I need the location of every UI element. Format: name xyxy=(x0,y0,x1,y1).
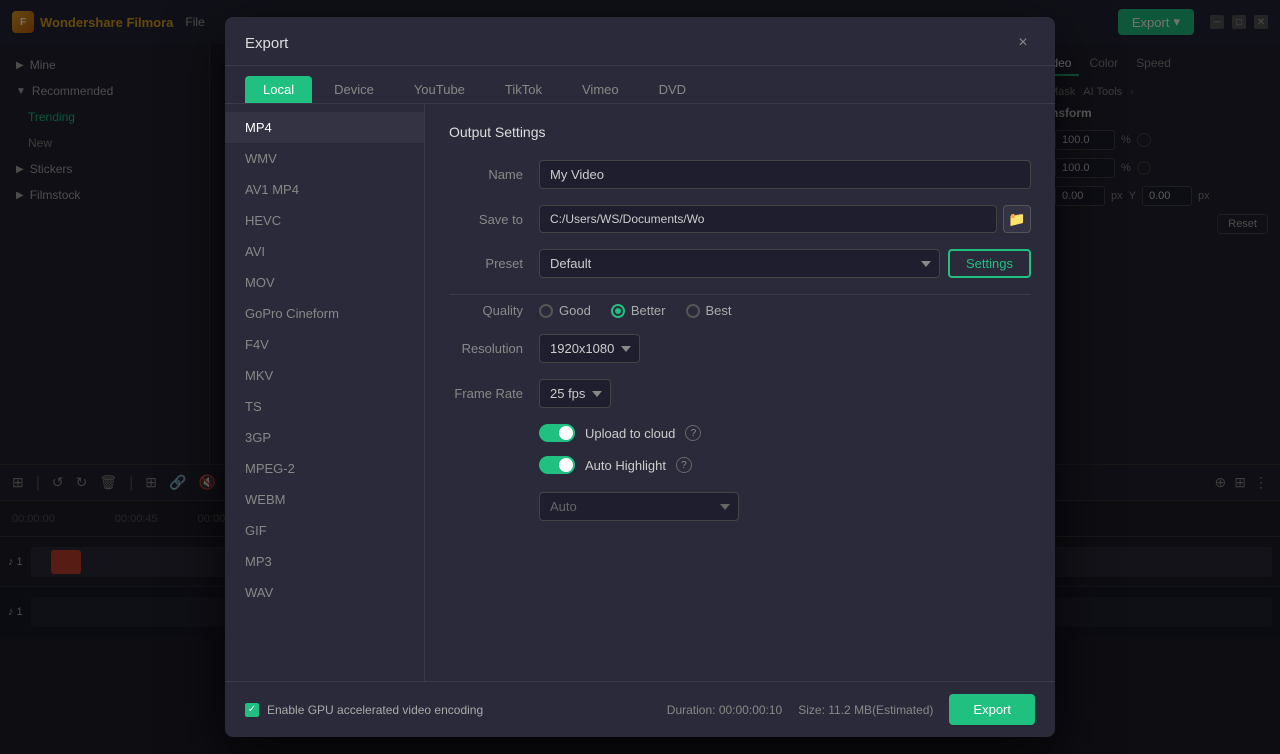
footer-info: Duration: 00:00:00:10 Size: 11.2 MB(Esti… xyxy=(667,694,1035,725)
export-modal: Export × Local Device YouTube TikTok Vim… xyxy=(225,17,1055,737)
quality-better-label: Better xyxy=(631,303,666,318)
format-mov[interactable]: MOV xyxy=(225,267,424,298)
preset-select[interactable]: Default Custom High Quality xyxy=(539,249,940,278)
format-wmv[interactable]: WMV xyxy=(225,143,424,174)
auto-highlight-label: Auto Highlight xyxy=(585,458,666,473)
output-settings-title: Output Settings xyxy=(449,124,1031,140)
resolution-label: Resolution xyxy=(449,341,539,356)
folder-icon: 📁 xyxy=(1008,211,1025,228)
gpu-label: Enable GPU accelerated video encoding xyxy=(267,703,483,717)
format-wav[interactable]: WAV xyxy=(225,577,424,608)
name-input[interactable] xyxy=(539,160,1031,189)
settings-button[interactable]: Settings xyxy=(948,249,1031,278)
frame-rate-row: Frame Rate 25 fps 24 fps 30 fps 60 fps xyxy=(449,379,1031,408)
size-stat: Size: 11.2 MB(Estimated) xyxy=(798,703,933,717)
preset-control: Default Custom High Quality Settings xyxy=(539,249,1031,278)
tab-dvd[interactable]: DVD xyxy=(641,76,704,103)
modal-close-button[interactable]: × xyxy=(1011,31,1035,55)
format-f4v[interactable]: F4V xyxy=(225,329,424,360)
modal-tabs: Local Device YouTube TikTok Vimeo DVD xyxy=(225,66,1055,104)
name-label: Name xyxy=(449,167,539,182)
format-avi[interactable]: AVI xyxy=(225,236,424,267)
quality-good[interactable]: Good xyxy=(539,303,591,318)
divider-1 xyxy=(449,294,1031,295)
upload-cloud-toggle[interactable] xyxy=(539,424,575,442)
tab-local[interactable]: Local xyxy=(245,76,312,103)
name-row: Name xyxy=(449,160,1031,189)
format-hevc[interactable]: HEVC xyxy=(225,205,424,236)
upload-cloud-label: Upload to cloud xyxy=(585,426,675,441)
resolution-row: Resolution 1920x1080 1280x720 3840x2160 xyxy=(449,334,1031,363)
gpu-checkbox[interactable]: ✓ xyxy=(245,703,259,717)
tab-vimeo[interactable]: Vimeo xyxy=(564,76,637,103)
quality-control: Good Better Best xyxy=(539,303,1031,318)
preset-row: Preset Default Custom High Quality Setti… xyxy=(449,249,1031,278)
name-control xyxy=(539,160,1031,189)
resolution-control: 1920x1080 1280x720 3840x2160 xyxy=(539,334,1031,363)
quality-row: Quality Good Better xyxy=(449,303,1031,318)
duration-label: Duration: xyxy=(667,703,716,717)
resolution-select[interactable]: 1920x1080 1280x720 3840x2160 xyxy=(539,334,640,363)
path-input[interactable] xyxy=(539,205,997,233)
auto-highlight-toggle-thumb xyxy=(559,458,573,472)
auto-select[interactable]: Auto xyxy=(539,492,739,521)
format-mp4[interactable]: MP4 xyxy=(225,112,424,143)
quality-label: Quality xyxy=(449,303,539,318)
radio-good xyxy=(539,304,553,318)
frame-rate-label: Frame Rate xyxy=(449,386,539,401)
quality-better[interactable]: Better xyxy=(611,303,666,318)
upload-cloud-row: Upload to cloud ? xyxy=(539,424,1031,442)
tab-tiktok[interactable]: TikTok xyxy=(487,76,560,103)
duration-value: 00:00:00:10 xyxy=(719,703,782,717)
toggles-section: Upload to cloud ? Auto Highlight ? Auto xyxy=(449,424,1031,521)
format-gopro[interactable]: GoPro Cineform xyxy=(225,298,424,329)
export-action-button[interactable]: Export xyxy=(949,694,1035,725)
quality-best[interactable]: Best xyxy=(686,303,732,318)
format-webm[interactable]: WEBM xyxy=(225,484,424,515)
save-to-control: 📁 xyxy=(539,205,1031,233)
modal-overlay: Export × Local Device YouTube TikTok Vim… xyxy=(0,0,1280,754)
radio-best xyxy=(686,304,700,318)
save-to-row: Save to 📁 xyxy=(449,205,1031,233)
format-mkv[interactable]: MKV xyxy=(225,360,424,391)
modal-body: MP4 WMV AV1 MP4 HEVC AVI MOV GoPro Cinef… xyxy=(225,104,1055,681)
duration-stat: Duration: 00:00:00:10 xyxy=(667,703,782,717)
upload-cloud-help-icon[interactable]: ? xyxy=(685,425,701,441)
quality-good-label: Good xyxy=(559,303,591,318)
format-3gp[interactable]: 3GP xyxy=(225,422,424,453)
format-av1mp4[interactable]: AV1 MP4 xyxy=(225,174,424,205)
modal-footer: ✓ Enable GPU accelerated video encoding … xyxy=(225,681,1055,737)
preset-label: Preset xyxy=(449,256,539,271)
tab-youtube[interactable]: YouTube xyxy=(396,76,483,103)
frame-rate-control: 25 fps 24 fps 30 fps 60 fps xyxy=(539,379,1031,408)
toggle-thumb xyxy=(559,426,573,440)
tab-device[interactable]: Device xyxy=(316,76,392,103)
format-mpeg2[interactable]: MPEG-2 xyxy=(225,453,424,484)
folder-browse-button[interactable]: 📁 xyxy=(1003,205,1031,233)
auto-highlight-row: Auto Highlight ? xyxy=(539,456,1031,474)
auto-highlight-toggle[interactable] xyxy=(539,456,575,474)
format-gif[interactable]: GIF xyxy=(225,515,424,546)
size-value: 11.2 MB(Estimated) xyxy=(828,703,933,717)
frame-rate-select[interactable]: 25 fps 24 fps 30 fps 60 fps xyxy=(539,379,611,408)
modal-title: Export xyxy=(245,35,288,52)
format-list: MP4 WMV AV1 MP4 HEVC AVI MOV GoPro Cinef… xyxy=(225,104,425,681)
output-settings: Output Settings Name Save to 📁 xyxy=(425,104,1055,681)
auto-highlight-help-icon[interactable]: ? xyxy=(676,457,692,473)
size-label: Size: xyxy=(798,703,825,717)
format-mp3[interactable]: MP3 xyxy=(225,546,424,577)
format-ts[interactable]: TS xyxy=(225,391,424,422)
modal-header: Export × xyxy=(225,17,1055,66)
radio-better xyxy=(611,304,625,318)
radio-dot xyxy=(615,308,621,314)
save-to-label: Save to xyxy=(449,212,539,227)
gpu-checkbox-wrap: ✓ Enable GPU accelerated video encoding xyxy=(245,703,483,717)
quality-best-label: Best xyxy=(706,303,732,318)
